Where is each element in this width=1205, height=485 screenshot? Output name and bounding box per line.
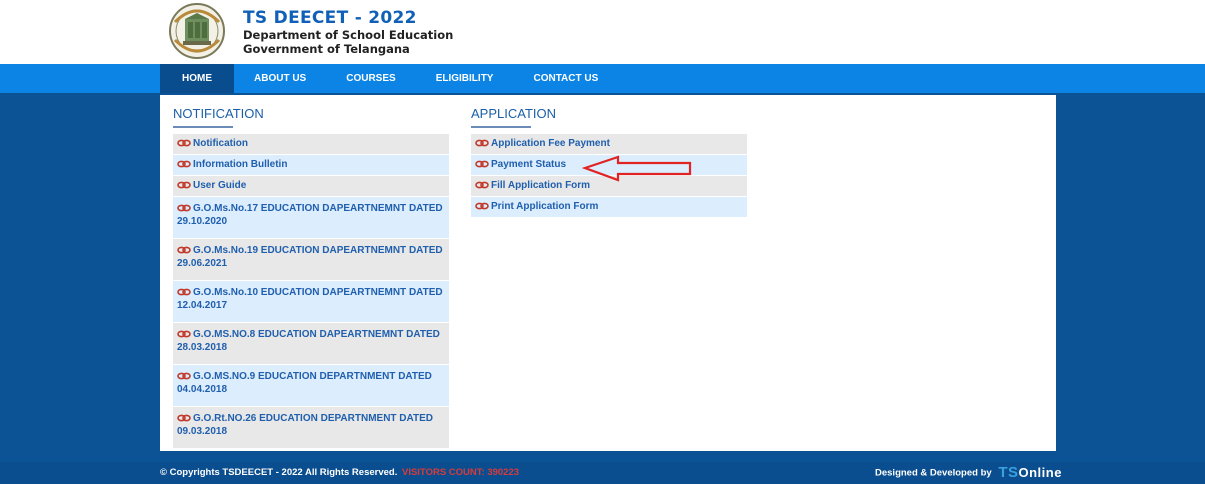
tsonline-logo[interactable]: TSOnline <box>998 462 1062 484</box>
go-rt-26-link[interactable]: G.O.Rt.NO.26 EDUCATION DEPARTNMENT DATED… <box>173 407 449 449</box>
nav-contact-us[interactable]: CONTACT US <box>513 64 618 93</box>
nav-courses[interactable]: COURSES <box>326 64 415 93</box>
heading-underline <box>173 126 233 128</box>
government-name: Government of Telangana <box>243 42 410 56</box>
print-application-form-link[interactable]: Print Application Form <box>471 197 747 218</box>
go-ms-19-title: G.O.Ms.No.19 EDUCATION DAPEARTNEMNT DATE… <box>193 245 443 256</box>
nav-eligibility[interactable]: ELIGIBILITY <box>416 64 514 93</box>
go-ms-17-link[interactable]: G.O.Ms.No.17 EDUCATION DAPEARTNEMNT DATE… <box>173 197 449 239</box>
print-application-form-label: Print Application Form <box>491 201 599 212</box>
go-ms-8-title: G.O.MS.NO.8 EDUCATION DAPEARTNEMNT DATED <box>193 329 440 340</box>
information-bulletin-label: Information Bulletin <box>193 159 288 170</box>
chain-link-icon <box>177 181 191 189</box>
go-rt-26-date: 09.03.2018 <box>177 426 228 437</box>
chain-link-icon <box>475 160 489 168</box>
visitors-count: VISITORS COUNT: 390223 <box>401 467 520 478</box>
go-ms-10-link[interactable]: G.O.Ms.No.10 EDUCATION DAPEARTNEMNT DATE… <box>173 281 449 323</box>
tsonline-logo-ts: TS <box>998 464 1019 481</box>
chain-link-icon <box>177 414 191 422</box>
information-bulletin-link[interactable]: Information Bulletin <box>173 155 449 176</box>
chain-link-icon <box>475 202 489 210</box>
fill-application-form-label: Fill Application Form <box>491 180 591 191</box>
chain-link-icon <box>177 204 191 212</box>
header-title-block: TS DEECET - 2022 Department of School Ed… <box>243 8 453 56</box>
application-fee-payment-label: Application Fee Payment <box>491 138 610 149</box>
heading-underline <box>471 126 531 128</box>
go-ms-17-title: G.O.Ms.No.17 EDUCATION DAPEARTNEMNT DATE… <box>193 203 443 214</box>
chain-link-icon <box>177 160 191 168</box>
tsonline-logo-online: Online <box>1018 465 1062 480</box>
go-ms-9-date: 04.04.2018 <box>177 384 228 395</box>
nav-about-us[interactable]: ABOUT US <box>234 64 326 93</box>
go-ms-19-date: 29.06.2021 <box>177 258 228 269</box>
site-title: TS DEECET - 2022 <box>243 8 417 28</box>
notification-section: NOTIFICATION Notification Information Bu… <box>173 95 449 449</box>
go-ms-10-title: G.O.Ms.No.10 EDUCATION DAPEARTNEMNT DATE… <box>193 287 443 298</box>
copyright-text: © Copyrights TSDEECET - 2022 All Rights … <box>160 467 398 478</box>
red-outline-arrow-left-icon <box>582 155 692 182</box>
chain-link-icon <box>475 181 489 189</box>
chain-link-icon <box>177 246 191 254</box>
site-header: TS DEECET - 2022 Department of School Ed… <box>0 0 1205 64</box>
site-footer: © Copyrights TSDEECET - 2022 All Rights … <box>0 462 1205 484</box>
go-ms-9-title: G.O.MS.NO.9 EDUCATION DEPARTNMENT DATED <box>193 371 432 382</box>
chain-link-icon <box>177 139 191 147</box>
chain-link-icon <box>475 139 489 147</box>
payment-status-label: Payment Status <box>491 159 567 170</box>
user-guide-link[interactable]: User Guide <box>173 176 449 197</box>
content-panel: NOTIFICATION Notification Information Bu… <box>160 95 1056 451</box>
go-ms-17-date: 29.10.2020 <box>177 216 228 227</box>
application-fee-payment-link[interactable]: Application Fee Payment <box>471 134 747 155</box>
notification-heading: NOTIFICATION <box>173 106 264 121</box>
user-guide-label: User Guide <box>193 180 247 191</box>
notification-link[interactable]: Notification <box>173 134 449 155</box>
designed-by-text: Designed & Developed by <box>875 467 992 479</box>
chain-link-icon <box>177 288 191 296</box>
go-ms-8-link[interactable]: G.O.MS.NO.8 EDUCATION DAPEARTNEMNT DATED… <box>173 323 449 365</box>
application-heading: APPLICATION <box>471 106 557 121</box>
go-ms-8-date: 28.03.2018 <box>177 342 228 353</box>
nav-home[interactable]: HOME <box>160 64 234 93</box>
chain-link-icon <box>177 330 191 338</box>
go-ms-19-link[interactable]: G.O.Ms.No.19 EDUCATION DAPEARTNEMNT DATE… <box>173 239 449 281</box>
go-ms-10-date: 12.04.2017 <box>177 300 228 311</box>
footer-credits: Designed & Developed by TSOnline <box>875 462 1062 484</box>
go-rt-26-title: G.O.Rt.NO.26 EDUCATION DEPARTNMENT DATED <box>193 413 434 424</box>
department-name: Department of School Education <box>243 28 454 42</box>
chain-link-icon <box>177 372 191 380</box>
telangana-emblem-logo <box>169 3 225 59</box>
main-nav: HOME ABOUT US COURSES ELIGIBILITY CONTAC… <box>0 64 1205 93</box>
go-ms-9-link[interactable]: G.O.MS.NO.9 EDUCATION DEPARTNMENT DATED … <box>173 365 449 407</box>
footer-copyright-block: © Copyrights TSDEECET - 2022 All Rights … <box>160 462 519 484</box>
notification-link-label: Notification <box>193 138 248 149</box>
